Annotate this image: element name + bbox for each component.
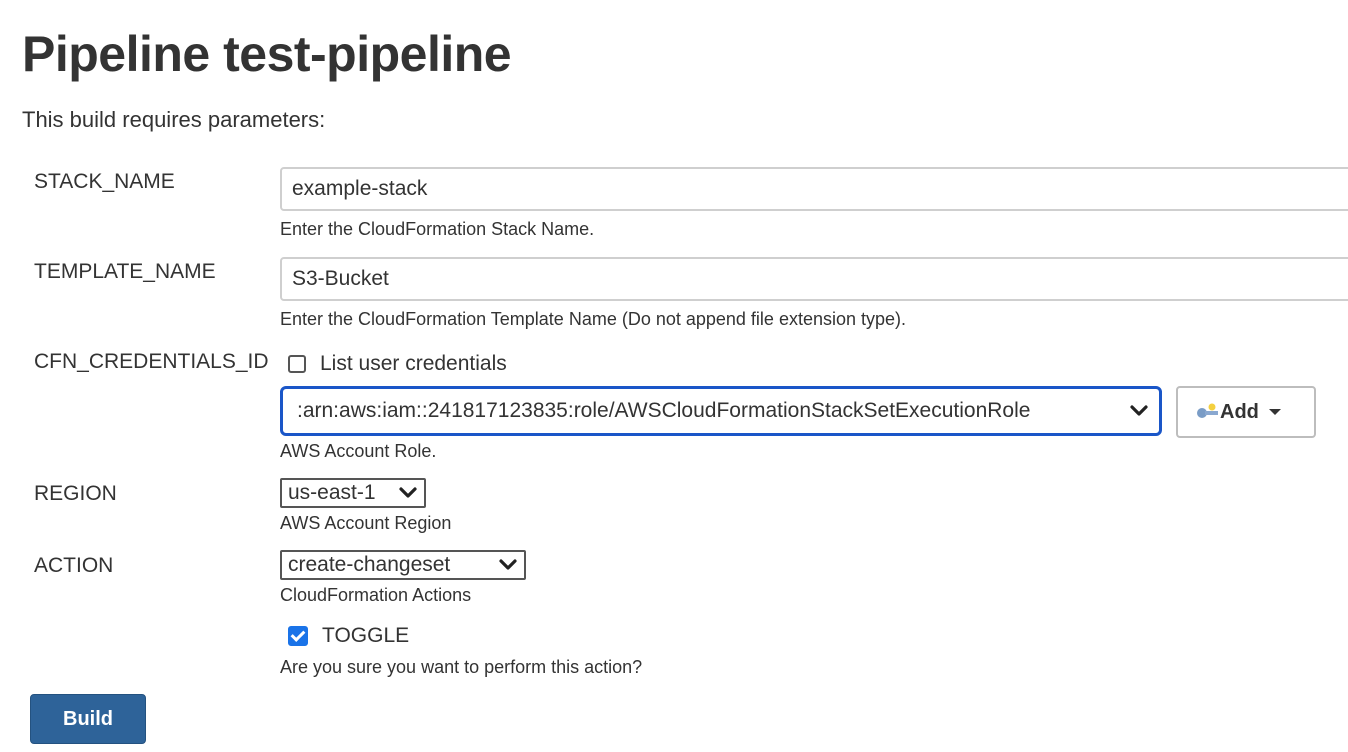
- key-icon: [1197, 403, 1218, 418]
- toggle-checkbox[interactable]: [288, 626, 308, 646]
- credentials-select-value: :arn:aws:iam::241817123835:role/AWSCloud…: [297, 399, 1031, 422]
- build-button[interactable]: Build: [30, 694, 146, 744]
- stack-name-label: STACK_NAME: [34, 170, 175, 193]
- build-parameters-page: Pipeline test-pipeline This build requir…: [0, 0, 1348, 752]
- page-title: Pipeline test-pipeline: [22, 26, 512, 82]
- add-credentials-button[interactable]: Add: [1176, 386, 1316, 438]
- action-select[interactable]: create-changeset: [280, 550, 526, 580]
- credentials-select[interactable]: :arn:aws:iam::241817123835:role/AWSCloud…: [280, 386, 1162, 436]
- region-select-value: us-east-1: [288, 481, 376, 504]
- action-description: CloudFormation Actions: [280, 585, 472, 605]
- cfn-credentials-description: AWS Account Role.: [280, 441, 437, 461]
- toggle-label: TOGGLE: [322, 624, 410, 647]
- list-user-credentials-label: List user credentials: [320, 352, 507, 375]
- cfn-credentials-id-label: CFN_CREDENTIALS_ID: [34, 350, 269, 373]
- caret-down-icon: [1268, 409, 1281, 415]
- toggle-description: Are you sure you want to perform this ac…: [280, 657, 643, 677]
- chevron-down-icon: [499, 559, 517, 570]
- region-select[interactable]: us-east-1: [280, 478, 426, 508]
- stack-name-description: Enter the CloudFormation Stack Name.: [280, 219, 595, 239]
- list-user-credentials-checkbox[interactable]: [288, 355, 306, 373]
- region-description: AWS Account Region: [280, 513, 452, 533]
- template-name-label: TEMPLATE_NAME: [34, 260, 216, 283]
- stack-name-input[interactable]: [280, 167, 1348, 211]
- list-user-credentials-row[interactable]: List user credentials: [288, 352, 507, 376]
- intro-text: This build requires parameters:: [22, 107, 326, 132]
- chevron-down-icon: [399, 487, 417, 498]
- region-label: REGION: [34, 482, 117, 505]
- toggle-row[interactable]: TOGGLE: [288, 624, 409, 648]
- add-button-label: Add: [1220, 400, 1259, 423]
- template-name-input[interactable]: [280, 257, 1348, 301]
- action-label: ACTION: [34, 554, 114, 577]
- chevron-down-icon: [1130, 405, 1148, 416]
- template-name-description: Enter the CloudFormation Template Name (…: [280, 309, 907, 329]
- action-select-value: create-changeset: [288, 553, 451, 576]
